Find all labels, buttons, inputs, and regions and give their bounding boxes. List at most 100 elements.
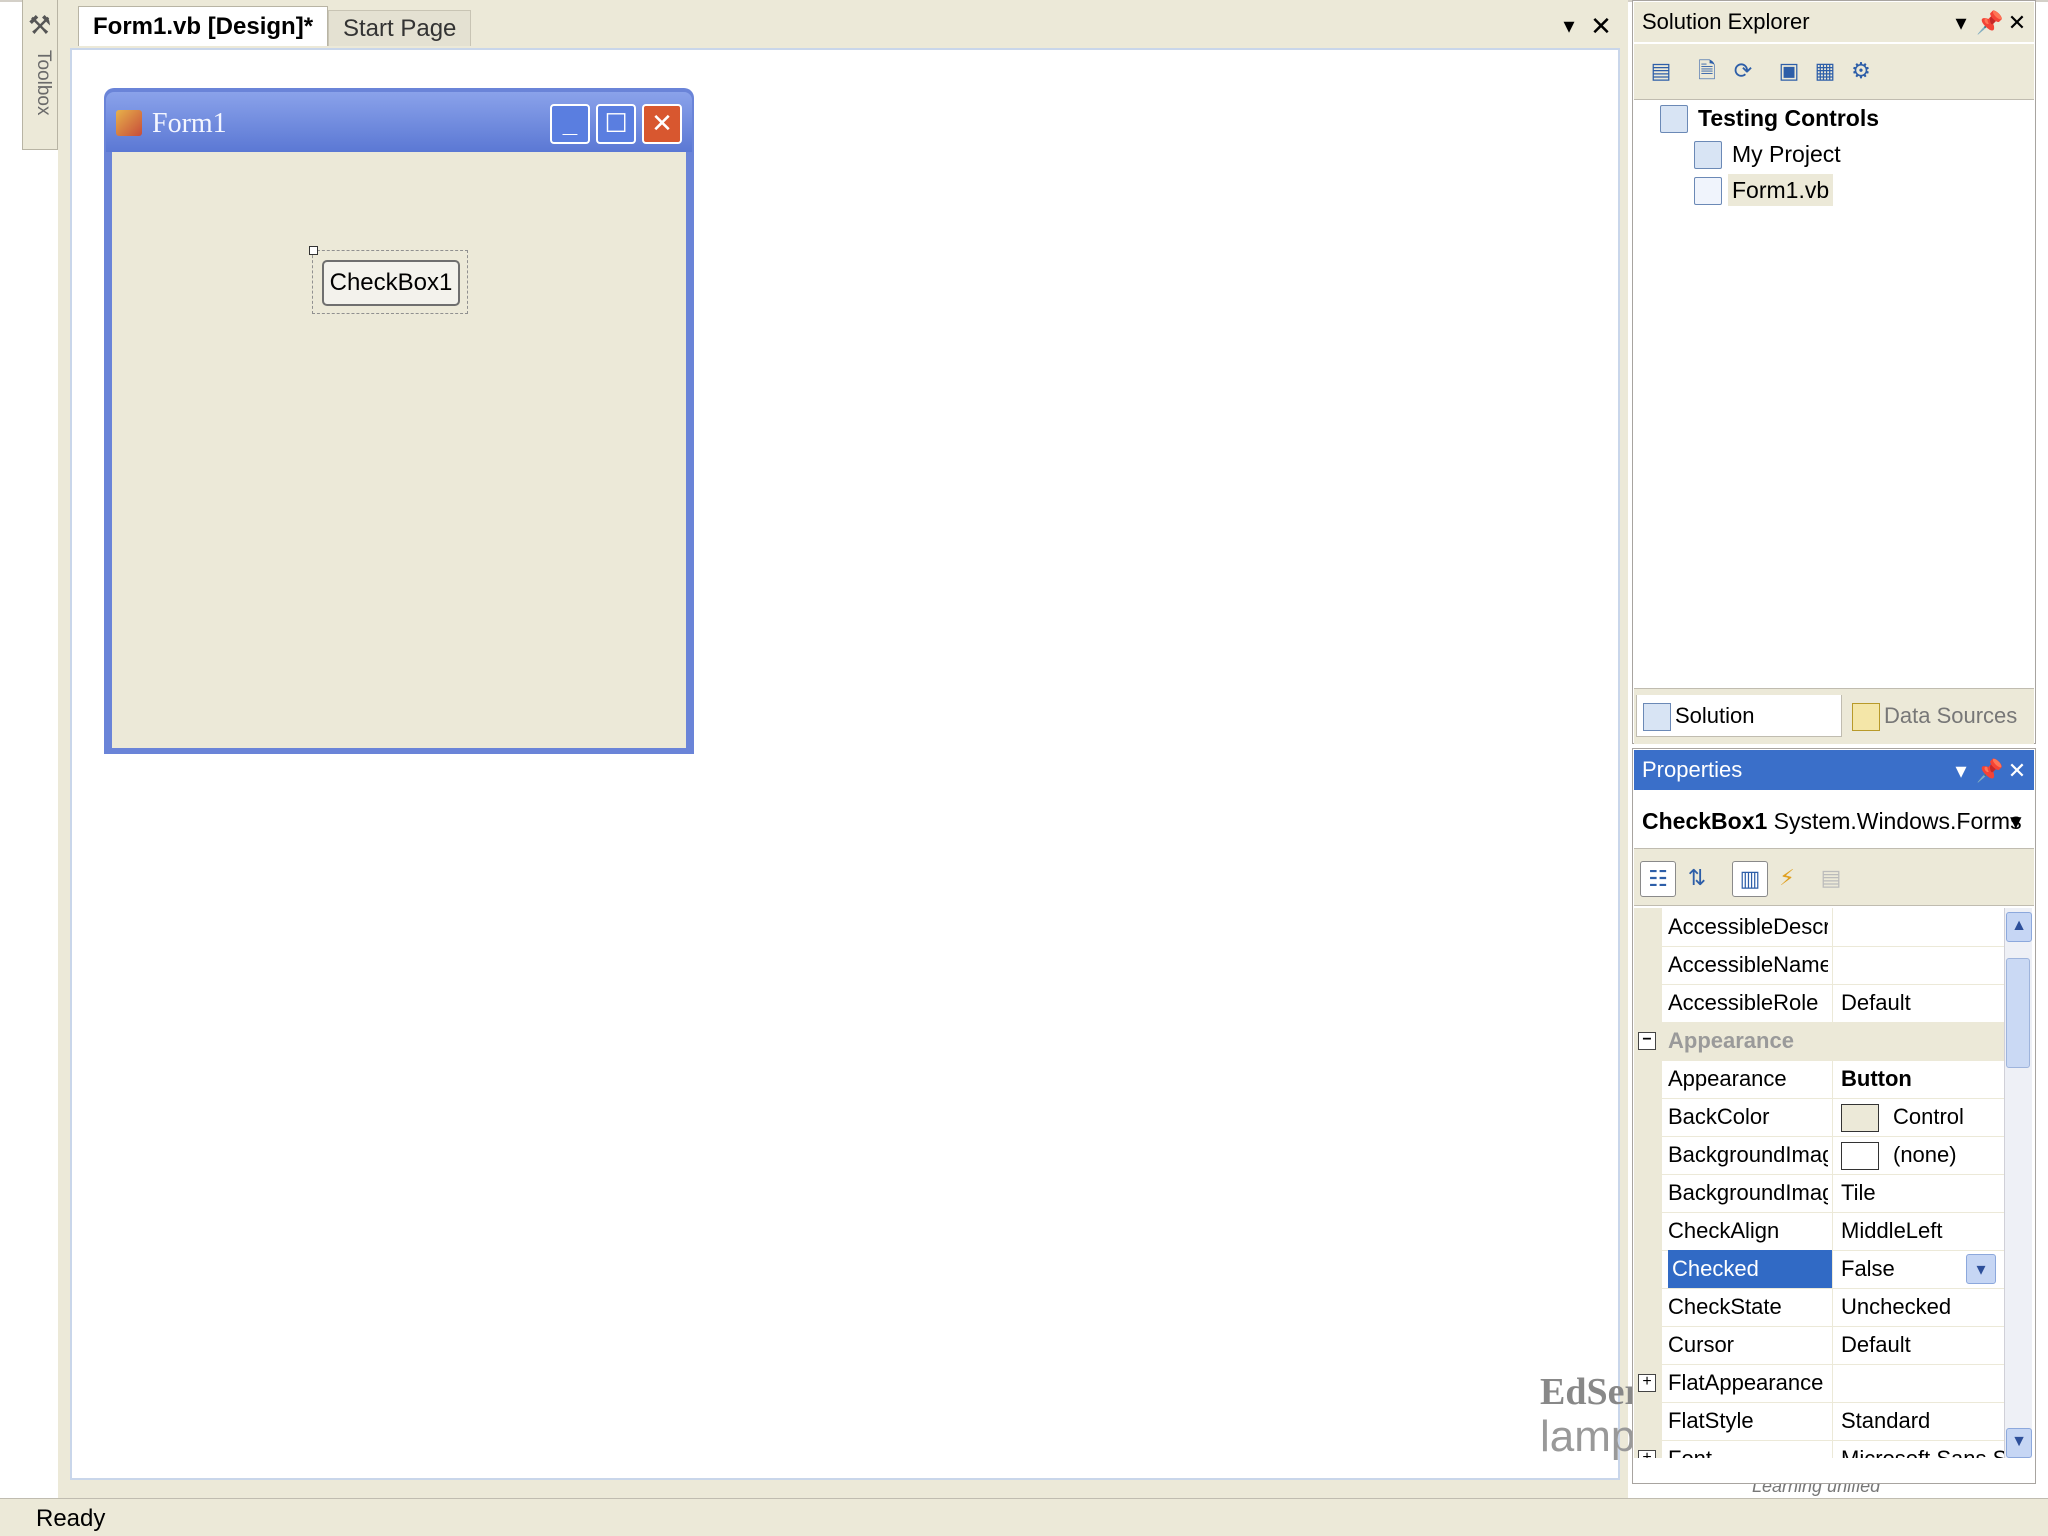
- close-button[interactable]: ✕: [642, 104, 682, 144]
- object-selector[interactable]: CheckBox1 System.Windows.Forms ▾: [1634, 796, 2034, 846]
- expand-icon[interactable]: +: [1638, 1374, 1656, 1392]
- maximize-button[interactable]: ☐: [596, 104, 636, 144]
- property-value[interactable]: Default: [1832, 984, 2004, 1022]
- property-row[interactable]: Appearance Button: [1634, 1060, 2004, 1099]
- scroll-thumb[interactable]: [2006, 958, 2030, 1068]
- property-value[interactable]: Standard: [1832, 1402, 2004, 1440]
- status-text: Ready: [36, 1505, 106, 1532]
- property-row[interactable]: AccessibleRole Default: [1634, 984, 2004, 1023]
- property-name: Appearance: [1668, 1028, 1794, 1053]
- pin-icon[interactable]: 📌: [1976, 756, 2003, 786]
- property-value[interactable]: Unchecked: [1832, 1288, 2004, 1326]
- solution-explorer-title: Solution Explorer ▾ 📌 ✕: [1634, 2, 2034, 42]
- property-value[interactable]: [1832, 908, 2004, 946]
- tab-solution-explorer[interactable]: Solution Explorer: [1636, 695, 1842, 770]
- class-diagram-icon[interactable]: ⚙: [1844, 54, 1878, 88]
- checkbox1-control[interactable]: CheckBox1: [322, 260, 460, 306]
- property-row[interactable]: + FlatAppearance: [1634, 1364, 2004, 1403]
- toolbox-label[interactable]: Toolbox: [26, 50, 54, 150]
- property-name: Font: [1668, 1440, 1828, 1458]
- view-code-icon[interactable]: ▣: [1772, 54, 1806, 88]
- property-gutter: [1634, 1060, 1662, 1098]
- tree-label-form1: Form1.vb: [1728, 174, 1834, 206]
- property-row[interactable]: + Font Microsoft Sans Se: [1634, 1440, 2004, 1458]
- color-swatch: [1841, 1142, 1879, 1171]
- scroll-up-button[interactable]: ▲: [2006, 912, 2032, 942]
- property-category[interactable]: − Appearance: [1634, 1022, 2004, 1061]
- alphabetical-icon[interactable]: ⇅: [1680, 861, 1714, 895]
- refresh-icon[interactable]: ⟳: [1726, 54, 1760, 88]
- categorized-icon[interactable]: ☷: [1640, 861, 1676, 897]
- property-gutter: [1634, 1288, 1662, 1326]
- tab-start-page[interactable]: Start Page: [328, 10, 472, 46]
- show-all-files-icon[interactable]: 🗎: [1690, 54, 1724, 88]
- property-value[interactable]: Microsoft Sans Se: [1832, 1440, 2004, 1458]
- property-name: AccessibleName: [1668, 952, 1828, 977]
- property-row[interactable]: CheckState Unchecked: [1634, 1288, 2004, 1327]
- properties-title-text: Properties: [1642, 757, 1743, 782]
- property-row[interactable]: AccessibleName: [1634, 946, 2004, 985]
- property-row[interactable]: BackgroundImag Tile: [1634, 1174, 2004, 1213]
- property-value[interactable]: Default: [1832, 1326, 2004, 1364]
- property-row[interactable]: AccessibleDescri: [1634, 908, 2004, 947]
- property-row[interactable]: BackColor Control: [1634, 1098, 2004, 1137]
- property-value[interactable]: (none): [1832, 1136, 2004, 1174]
- object-name: CheckBox1: [1642, 808, 1768, 834]
- data-sources-icon: [1852, 703, 1880, 731]
- value-dropdown-button[interactable]: ▾: [1966, 1254, 1996, 1284]
- property-gutter: [1634, 1174, 1662, 1212]
- close-icon[interactable]: ✕: [1587, 8, 1615, 44]
- form-icon: [116, 110, 142, 136]
- property-pages-icon[interactable]: ▤: [1814, 861, 1848, 895]
- tree-label-my-project: My Project: [1732, 141, 1841, 167]
- property-gutter: [1634, 908, 1662, 946]
- property-row[interactable]: Cursor Default: [1634, 1326, 2004, 1365]
- scroll-down-button[interactable]: ▼: [2006, 1428, 2032, 1458]
- tab-form1-design[interactable]: Form1.vb [Design]*: [78, 6, 329, 46]
- property-row[interactable]: BackgroundImag (none): [1634, 1136, 2004, 1175]
- property-value[interactable]: Control: [1832, 1098, 2004, 1136]
- property-gutter: [1634, 946, 1662, 984]
- my-project-icon: [1694, 141, 1722, 169]
- property-name: AccessibleDescri: [1668, 914, 1828, 939]
- properties-view-icon[interactable]: ▥: [1732, 861, 1768, 897]
- property-value[interactable]: Tile: [1832, 1174, 2004, 1212]
- close-icon[interactable]: ✕: [2004, 756, 2030, 786]
- tree-label-project: Testing Controls: [1698, 105, 1880, 131]
- property-value[interactable]: MiddleLeft: [1832, 1212, 2004, 1250]
- tab-data-sources[interactable]: Data Sources: [1846, 695, 2026, 737]
- properties-icon[interactable]: ▤: [1644, 54, 1678, 88]
- expand-icon[interactable]: +: [1638, 1450, 1656, 1458]
- property-gutter: [1634, 1402, 1662, 1440]
- chevron-down-icon[interactable]: ▾: [1555, 8, 1583, 44]
- view-designer-icon[interactable]: ▦: [1808, 54, 1842, 88]
- events-icon[interactable]: ⚡: [1770, 861, 1804, 895]
- form1-client-area[interactable]: [112, 152, 686, 748]
- pin-icon[interactable]: 📌: [1976, 8, 2003, 38]
- property-row[interactable]: FlatStyle Standard: [1634, 1402, 2004, 1441]
- chevron-down-icon[interactable]: ▾: [2010, 796, 2022, 846]
- move-handle[interactable]: [309, 246, 318, 255]
- property-value-text: Standard: [1841, 1408, 1931, 1433]
- status-bar: [0, 1498, 2048, 1536]
- property-name: AccessibleRole: [1668, 990, 1819, 1015]
- chevron-down-icon[interactable]: ▾: [1948, 756, 1974, 786]
- property-row[interactable]: CheckAlign MiddleLeft: [1634, 1212, 2004, 1251]
- property-gutter: [1634, 1250, 1662, 1288]
- property-row[interactable]: Checked False: [1634, 1250, 2004, 1289]
- property-value[interactable]: [1832, 946, 2004, 984]
- property-value-text: Default: [1841, 1332, 1911, 1357]
- toolbox-icon: ⚒: [28, 10, 52, 40]
- property-grid: AccessibleDescri AccessibleName Accessible…: [1634, 908, 2004, 1458]
- property-value[interactable]: Button: [1832, 1060, 2004, 1098]
- close-icon[interactable]: ✕: [2004, 8, 2030, 38]
- minimize-button[interactable]: _: [550, 104, 590, 144]
- property-value[interactable]: [1832, 1364, 2004, 1402]
- property-value-text: Microsoft Sans Se: [1841, 1446, 2004, 1458]
- chevron-down-icon[interactable]: ▾: [1948, 8, 1974, 38]
- property-gutter: [1634, 1326, 1662, 1364]
- property-name: Checked: [1668, 1250, 1832, 1288]
- property-gutter: [1634, 984, 1662, 1022]
- collapse-icon[interactable]: −: [1638, 1032, 1656, 1050]
- solution-explorer-title-text: Solution Explorer: [1642, 9, 1810, 34]
